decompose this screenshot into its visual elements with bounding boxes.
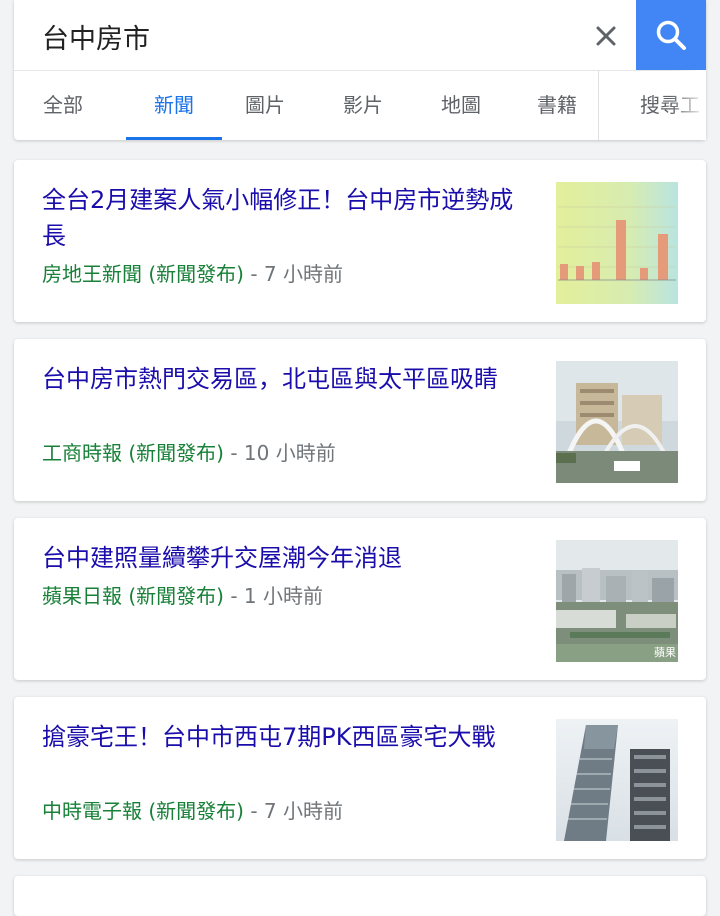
close-icon	[596, 26, 616, 46]
news-result-4[interactable]: 搶豪宅王！台中市西屯7期PK西區豪宅大戰 中時電子報 (新聞發布) - 7 小時…	[14, 697, 706, 859]
bridge-city-thumbnail[interactable]	[556, 361, 678, 483]
clear-button[interactable]	[584, 14, 628, 58]
search-tabs: 全部 新聞 圖片 影片 地圖 書籍 搜尋工	[14, 70, 706, 140]
news-result-partial[interactable]	[14, 876, 706, 916]
news-result-1[interactable]: 全台2月建案人氣小幅修正！台中房市逆勢成長 房地王新聞 (新聞發布) - 7 小…	[14, 160, 706, 322]
tabs-divider	[598, 70, 599, 140]
result-time: - 1 小時前	[223, 584, 323, 608]
result-title[interactable]: 台中建照量續攀升交屋潮今年消退	[42, 540, 522, 576]
search-button[interactable]	[636, 0, 706, 70]
result-meta: 中時電子報 (新聞發布) - 7 小時前	[42, 797, 343, 825]
city-skyline-thumbnail[interactable]: 蘋果	[556, 540, 678, 662]
thumbnail-watermark: 蘋果	[654, 646, 676, 659]
news-result-2[interactable]: 台中房市熱門交易區，北屯區與太平區吸睛 工商時報 (新聞發布) - 10 小時前	[14, 339, 706, 501]
search-bar	[14, 0, 706, 71]
result-time: - 10 小時前	[223, 441, 336, 465]
result-meta: 蘋果日報 (新聞發布) - 1 小時前	[42, 582, 323, 610]
tab-news-label: 新聞	[154, 93, 194, 117]
result-source: 房地王新聞 (新聞發布)	[42, 262, 244, 286]
skyscraper-thumbnail[interactable]	[556, 719, 678, 841]
result-source: 工商時報 (新聞發布)	[42, 441, 224, 465]
search-input[interactable]	[42, 16, 562, 56]
tab-books[interactable]: 書籍	[514, 70, 600, 140]
result-time: - 7 小時前	[243, 262, 343, 286]
search-header: 全部 新聞 圖片 影片 地圖 書籍 搜尋工	[14, 0, 706, 140]
tab-videos[interactable]: 影片	[320, 70, 406, 140]
tabs-fade	[670, 70, 706, 140]
result-source: 中時電子報 (新聞發布)	[42, 799, 244, 823]
news-result-3[interactable]: 台中建照量續攀升交屋潮今年消退 蘋果日報 (新聞發布) - 1 小時前 蘋果	[14, 518, 706, 680]
result-source: 蘋果日報 (新聞發布)	[42, 584, 224, 608]
result-title[interactable]: 台中房市熱門交易區，北屯區與太平區吸睛	[42, 361, 522, 397]
result-meta: 工商時報 (新聞發布) - 10 小時前	[42, 439, 336, 467]
active-tab-indicator	[126, 137, 222, 140]
tab-images[interactable]: 圖片	[222, 70, 308, 140]
result-title[interactable]: 搶豪宅王！台中市西屯7期PK西區豪宅大戰	[42, 719, 522, 755]
tab-maps[interactable]: 地圖	[418, 70, 504, 140]
result-title[interactable]: 全台2月建案人氣小幅修正！台中房市逆勢成長	[42, 182, 522, 254]
bar-chart-thumbnail[interactable]	[556, 182, 678, 304]
tab-news[interactable]: 新聞	[126, 70, 222, 140]
tab-all[interactable]: 全部	[28, 70, 98, 140]
result-meta: 房地王新聞 (新聞發布) - 7 小時前	[42, 260, 343, 288]
result-time: - 7 小時前	[243, 799, 343, 823]
search-icon	[656, 20, 686, 50]
